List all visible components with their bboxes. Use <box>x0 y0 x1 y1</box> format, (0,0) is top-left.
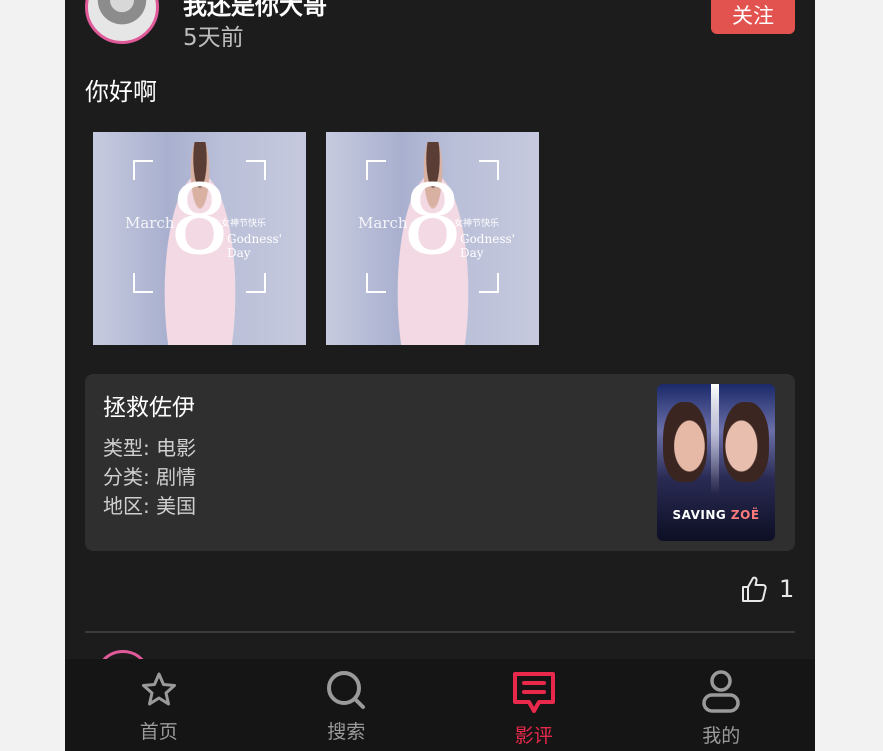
image-caption-en: Godness' Day <box>460 232 515 260</box>
tab-home[interactable]: 首页 <box>65 659 253 751</box>
image-caption-cn: 女神节快乐 <box>221 219 267 229</box>
movie-card[interactable]: 拯救佐伊 类型: 电影 分类: 剧情 地区: 美国 SAVING ZOË <box>85 374 795 551</box>
user-avatar[interactable] <box>85 0 159 44</box>
poster-title: SAVING ZOË <box>672 508 760 522</box>
tab-search-label: 搜索 <box>327 721 366 743</box>
post-text: 你好啊 <box>85 78 157 106</box>
post-divider <box>85 631 795 633</box>
tab-home-label: 首页 <box>139 721 178 743</box>
image-caption-en: Godness' Day <box>227 232 282 260</box>
like-row[interactable]: 1 <box>739 574 794 604</box>
post-image[interactable]: March 8 女神节快乐 Godness' Day <box>326 132 539 345</box>
tab-search[interactable]: 搜索 <box>253 659 441 751</box>
follow-button[interactable]: 关注 <box>711 0 795 34</box>
like-count: 1 <box>779 575 795 603</box>
app-screen: 我还是你大哥 5天前 关注 你好啊 March 8 女神节快乐 Godness'… <box>65 0 815 751</box>
thumbs-up-icon[interactable] <box>739 574 769 604</box>
movie-type: 类型: 电影 <box>103 436 197 460</box>
movie-category: 分类: 剧情 <box>103 465 197 489</box>
image-caption-cn: 女神节快乐 <box>454 219 500 229</box>
tab-reviews-label: 影评 <box>514 725 553 747</box>
tab-profile-label: 我的 <box>702 725 741 747</box>
bottom-tab-bar: 首页 搜索 影评 我的 <box>65 659 815 751</box>
movie-poster[interactable]: SAVING ZOË <box>657 384 775 541</box>
tab-profile[interactable]: 我的 <box>628 659 816 751</box>
star-icon <box>138 669 180 711</box>
movie-title: 拯救佐伊 <box>103 395 195 421</box>
review-icon <box>511 669 557 715</box>
tab-reviews[interactable]: 影评 <box>440 659 628 751</box>
post-time: 5天前 <box>183 25 244 51</box>
movie-region: 地区: 美国 <box>103 494 197 518</box>
post-image[interactable]: March 8 女神节快乐 Godness' Day <box>93 132 306 345</box>
profile-icon <box>700 669 742 715</box>
search-icon <box>323 669 369 711</box>
